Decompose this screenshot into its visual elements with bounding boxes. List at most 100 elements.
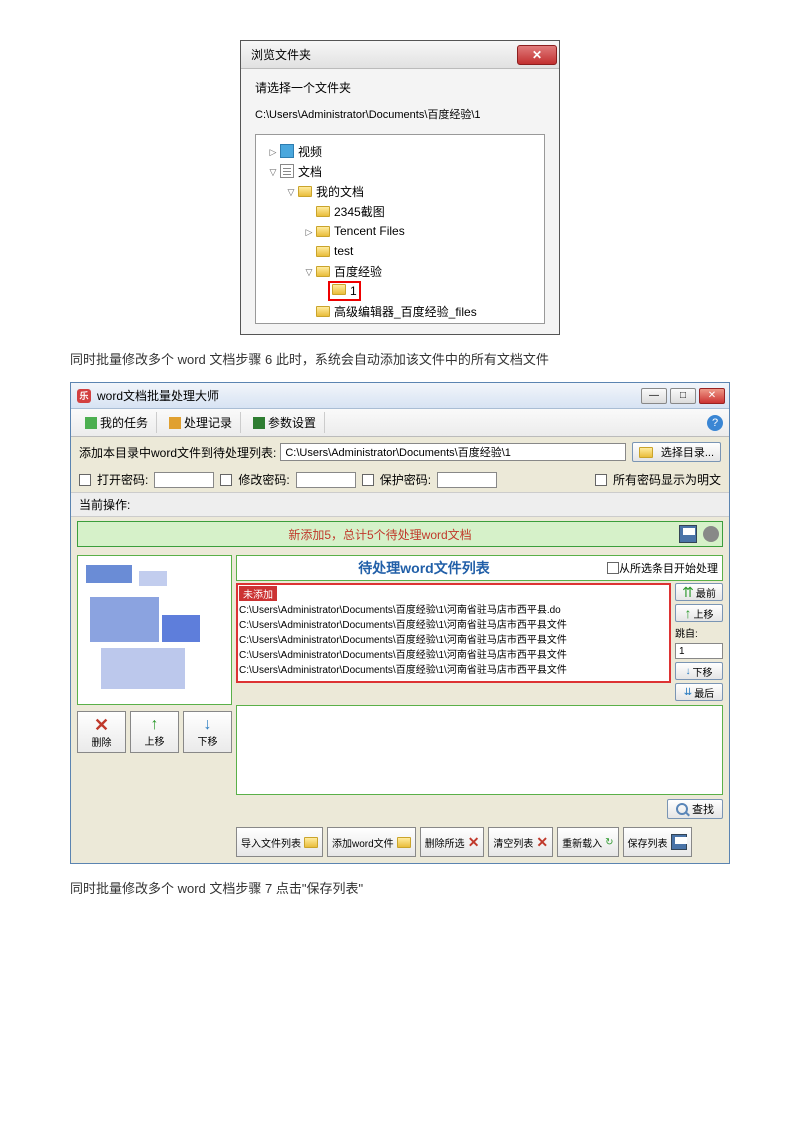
help-icon[interactable]: ?	[707, 415, 723, 431]
document-icon	[280, 164, 294, 178]
side-controls: ⇈最前 ↑上移 跳自: 1 ↓下移 ⇊最后	[675, 583, 723, 701]
add-directory-label: 添加本目录中word文件到待处理列表:	[79, 444, 276, 461]
browse-directory-button[interactable]: 选择目录...	[632, 442, 721, 462]
reload-button[interactable]: 重新载入↻	[557, 827, 618, 857]
arrow-bottom-icon: ⇊	[684, 687, 692, 698]
browse-folder-dialog: 浏览文件夹 ✕ 请选择一个文件夹 C:\Users\Administrator\…	[240, 40, 560, 335]
tab-params[interactable]: 参数设置	[245, 412, 325, 433]
save-icon[interactable]	[679, 525, 697, 543]
maximize-button[interactable]: □	[670, 388, 696, 404]
move-bottom-button[interactable]: ⇊最后	[675, 683, 723, 701]
button-label: 添加word文件	[332, 835, 394, 850]
tab-label: 我的任务	[100, 414, 148, 431]
close-button[interactable]: ✕	[699, 388, 725, 404]
tree-item[interactable]: Tencent Files	[334, 224, 405, 238]
button-label: 重新载入	[562, 835, 602, 850]
tree-item[interactable]: test	[334, 244, 353, 258]
folder-icon	[639, 447, 653, 458]
list-tab: 未添加	[239, 586, 277, 601]
clear-list-button[interactable]: 清空列表✕	[488, 827, 553, 857]
minimize-button[interactable]: —	[641, 388, 667, 404]
move-up-button[interactable]: ↑上移	[675, 604, 723, 622]
params-icon	[253, 417, 265, 429]
status-bar: 新添加5，总计5个待处理word文档	[77, 521, 723, 547]
collapse-icon[interactable]	[302, 264, 316, 278]
tree-item[interactable]: 1	[350, 284, 357, 298]
expand-icon[interactable]	[266, 144, 280, 158]
button-label: 上移	[694, 606, 714, 621]
list-title: 待处理word文件列表	[241, 558, 607, 578]
import-list-button[interactable]: 导入文件列表	[236, 827, 323, 857]
button-label: 查找	[692, 801, 714, 817]
open-password-input[interactable]	[154, 472, 214, 488]
start-from-selection-label: 从所选条目开始处理	[619, 560, 718, 576]
selected-path: C:\Users\Administrator\Documents\百度经验\1	[255, 106, 545, 122]
jump-to-input[interactable]: 1	[675, 643, 723, 659]
remove-button[interactable]: ✕删除	[77, 711, 126, 753]
step6-caption: 同时批量修改多个 word 文档步骤 6 此时，系统会自动添加该文件中的所有文档…	[70, 349, 730, 368]
protect-password-checkbox[interactable]	[362, 474, 374, 486]
protect-password-input[interactable]	[437, 472, 497, 488]
folder-icon	[316, 266, 330, 277]
empty-list-box	[236, 705, 723, 795]
folder-icon	[298, 186, 312, 197]
modify-password-checkbox[interactable]	[220, 474, 232, 486]
list-item[interactable]: C:\Users\Administrator\Documents\百度经验\1\…	[239, 631, 668, 646]
tab-records[interactable]: 处理记录	[161, 412, 241, 433]
collapse-icon[interactable]	[266, 164, 280, 178]
list-header: 待处理word文件列表 从所选条目开始处理	[236, 555, 723, 581]
list-item[interactable]: C:\Users\Administrator\Documents\百度经验\1\…	[239, 661, 668, 676]
button-label: 删除所选	[425, 835, 465, 850]
add-directory-row: 添加本目录中word文件到待处理列表: C:\Users\Administrat…	[71, 437, 729, 467]
delete-selected-button[interactable]: 删除所选✕	[420, 827, 485, 857]
button-label: 最前	[696, 585, 716, 600]
modify-password-input[interactable]	[296, 472, 356, 488]
save-list-button[interactable]: 保存列表	[623, 827, 692, 857]
add-word-button[interactable]: 添加word文件	[327, 827, 416, 857]
tree-item[interactable]: 百度经验	[334, 263, 382, 280]
move-down-button[interactable]: ↓下移	[183, 711, 232, 753]
gear-icon[interactable]	[703, 526, 719, 542]
expand-icon[interactable]	[302, 224, 316, 238]
showplain-label: 所有密码显示为明文	[613, 471, 721, 488]
arrow-down-icon: ↓	[686, 666, 691, 677]
pending-file-list[interactable]: 未添加 C:\Users\Administrator\Documents\百度经…	[236, 583, 671, 683]
open-password-checkbox[interactable]	[79, 474, 91, 486]
tree-item[interactable]: 文档	[298, 163, 322, 180]
folder-icon	[316, 246, 330, 257]
folder-icon	[316, 206, 330, 217]
directory-path-input[interactable]: C:\Users\Administrator\Documents\百度经验\1	[280, 443, 625, 461]
tab-my-tasks[interactable]: 我的任务	[77, 412, 157, 433]
tree-item[interactable]: 我的文档	[316, 183, 364, 200]
find-button[interactable]: 查找	[667, 799, 723, 819]
records-icon	[169, 417, 181, 429]
list-item[interactable]: C:\Users\Administrator\Documents\百度经验\1\…	[239, 616, 668, 631]
folder-icon	[316, 226, 330, 237]
button-label: 选择目录...	[661, 444, 714, 460]
button-label: 下移	[693, 664, 713, 679]
modify-password-label: 修改密码:	[238, 471, 289, 488]
tasks-icon	[85, 417, 97, 429]
right-panel: 待处理word文件列表 从所选条目开始处理 未添加 C:\Users\Admin…	[236, 555, 723, 863]
folder-icon	[397, 837, 411, 848]
move-top-button[interactable]: ⇈最前	[675, 583, 723, 601]
collapse-icon[interactable]	[284, 184, 298, 198]
delete-icon: ✕	[536, 834, 548, 851]
button-label: 保存列表	[628, 835, 668, 850]
start-from-selection-checkbox[interactable]	[607, 562, 619, 574]
app-titlebar: 乐 word文档批量处理大师 — □ ✕	[71, 383, 729, 409]
main-toolbar: 我的任务 处理记录 参数设置 ?	[71, 409, 729, 437]
showplain-checkbox[interactable]	[595, 474, 607, 486]
close-button[interactable]: ✕	[517, 45, 557, 65]
move-up-button[interactable]: ↑上移	[130, 711, 179, 753]
move-down-button[interactable]: ↓下移	[675, 662, 723, 680]
tree-item[interactable]: 视频	[298, 143, 322, 160]
tree-item[interactable]: 高级编辑器_百度经验_files	[334, 303, 477, 320]
selected-folder-highlight: 1	[328, 281, 361, 301]
list-item[interactable]: C:\Users\Administrator\Documents\百度经验\1\…	[239, 601, 668, 616]
video-icon	[280, 144, 294, 158]
folder-tree[interactable]: 视频 文档 我的文档 2345截图 Tencent Files test 百度经…	[255, 134, 545, 324]
list-item[interactable]: C:\Users\Administrator\Documents\百度经验\1\…	[239, 646, 668, 661]
tree-item[interactable]: 2345截图	[334, 203, 385, 220]
button-label: 删除	[92, 734, 112, 749]
